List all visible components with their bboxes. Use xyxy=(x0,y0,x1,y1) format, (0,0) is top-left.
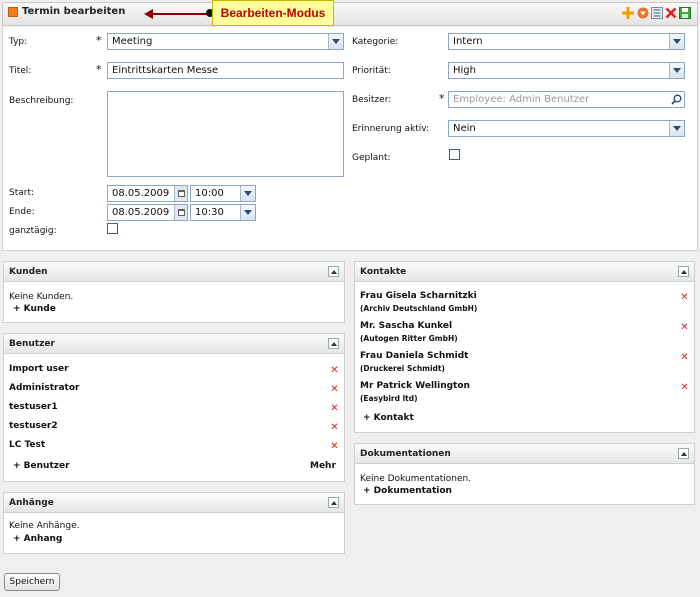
benutzer-item[interactable]: testuser1 xyxy=(9,402,58,412)
titel-input[interactable]: Eintrittskarten Messe xyxy=(107,62,344,79)
prioritaet-select[interactable]: High xyxy=(448,62,685,79)
ende-date-input[interactable]: 08.05.2009 xyxy=(107,204,188,221)
required-mark: * xyxy=(439,92,445,105)
search-icon[interactable] xyxy=(671,94,682,107)
typ-label: Typ: xyxy=(9,37,28,47)
benutzer-item[interactable]: Import user xyxy=(9,364,69,374)
prioritaet-label: Priorität: xyxy=(352,66,391,76)
anhaenge-empty: Keine Anhänge. xyxy=(9,521,80,531)
delete-icon[interactable]: ✕ xyxy=(680,383,689,393)
page-title: Termin bearbeiten xyxy=(22,6,126,17)
delete-icon[interactable]: ✕ xyxy=(680,323,689,333)
chevron-down-icon[interactable] xyxy=(328,34,343,49)
chevron-down-icon[interactable] xyxy=(669,121,684,136)
start-time-select[interactable]: 10:00 xyxy=(190,185,256,202)
add-benutzer-link[interactable]: + Benutzer xyxy=(13,461,70,471)
delete-icon[interactable]: ✕ xyxy=(680,353,689,363)
down-circle-icon[interactable] xyxy=(637,7,649,19)
besitzer-label: Besitzer: xyxy=(352,95,392,105)
chevron-down-icon[interactable] xyxy=(240,205,255,220)
calendar-icon[interactable] xyxy=(174,205,187,220)
anhaenge-panel: Anhänge Keine Anhänge. + Anhang xyxy=(3,492,345,554)
collapse-icon[interactable] xyxy=(328,266,339,277)
delete-icon[interactable]: ✕ xyxy=(680,293,689,303)
collapse-icon[interactable] xyxy=(678,448,689,459)
delete-icon[interactable]: ✕ xyxy=(330,404,339,414)
save-button[interactable]: Speichern xyxy=(4,573,60,591)
besitzer-placeholder: Employee: Admin Benutzer xyxy=(453,94,590,105)
kategorie-label: Kategorie: xyxy=(352,37,399,47)
chevron-down-icon[interactable] xyxy=(669,63,684,78)
mode-callout: Bearbeiten-Modus xyxy=(212,0,334,26)
typ-select[interactable]: Meeting xyxy=(107,33,344,50)
collapse-icon[interactable] xyxy=(328,338,339,349)
add-anhang-link[interactable]: + Anhang xyxy=(13,534,62,544)
kunden-empty: Keine Kunden. xyxy=(9,292,74,302)
delete-icon[interactable] xyxy=(665,7,677,19)
mehr-link[interactable]: Mehr xyxy=(310,461,336,471)
geplant-checkbox[interactable] xyxy=(449,149,460,160)
dokumentationen-panel: Dokumentationen Keine Dokumentationen. +… xyxy=(354,443,695,505)
beschreibung-label: Beschreibung: xyxy=(9,96,74,106)
start-date-input[interactable]: 08.05.2009 xyxy=(107,185,188,202)
benutzer-item[interactable]: Administrator xyxy=(9,383,79,393)
kunden-title: Kunden xyxy=(9,267,48,277)
kategorie-select[interactable]: Intern xyxy=(448,33,685,50)
kontakt-name[interactable]: Mr. Sascha Kunkel xyxy=(360,321,452,331)
kunden-panel: Kunden Keine Kunden. + Kunde xyxy=(3,261,345,323)
add-icon[interactable] xyxy=(622,7,634,19)
delete-icon[interactable]: ✕ xyxy=(330,385,339,395)
chevron-down-icon[interactable] xyxy=(669,34,684,49)
benutzer-panel: Benutzer Import user ✕ Administrator ✕ t… xyxy=(3,333,345,482)
delete-icon[interactable]: ✕ xyxy=(330,366,339,376)
collapse-icon[interactable] xyxy=(328,497,339,508)
besitzer-input[interactable]: Employee: Admin Benutzer xyxy=(448,91,685,108)
anhaenge-title: Anhänge xyxy=(9,498,54,508)
ende-label: Ende: xyxy=(9,207,35,217)
save-icon[interactable] xyxy=(679,7,691,19)
delete-icon[interactable]: ✕ xyxy=(330,442,339,452)
dokumentationen-title: Dokumentationen xyxy=(360,449,451,459)
titel-value: Eintrittskarten Messe xyxy=(112,65,219,76)
kontakt-name[interactable]: Mr Patrick Wellington xyxy=(360,381,470,391)
kontakt-name[interactable]: Frau Daniela Schmidt xyxy=(360,351,469,361)
kontakt-company: (Easybird ltd) xyxy=(360,394,418,403)
ende-time-select[interactable]: 10:30 xyxy=(190,204,256,221)
erinnerung-label: Erinnerung aktiv: xyxy=(352,124,430,134)
dokumentationen-empty: Keine Dokumentationen. xyxy=(360,474,472,484)
kontakte-title: Kontakte xyxy=(360,267,407,277)
kontakt-name[interactable]: Frau Gisela Scharnitzki xyxy=(360,291,477,301)
required-mark: * xyxy=(96,63,102,76)
calendar-icon[interactable] xyxy=(174,186,187,201)
erinnerung-select[interactable]: Nein xyxy=(448,120,685,137)
benutzer-title: Benutzer xyxy=(9,339,55,349)
benutzer-item[interactable]: LC Test xyxy=(9,440,45,450)
delete-icon[interactable]: ✕ xyxy=(330,423,339,433)
kontakt-company: (Druckerei Schmidt) xyxy=(360,364,445,373)
chevron-down-icon[interactable] xyxy=(240,186,255,201)
ganztaegig-checkbox[interactable] xyxy=(107,223,118,234)
titel-label: Titel: xyxy=(9,66,32,76)
benutzer-item[interactable]: testuser2 xyxy=(9,421,58,431)
callout-line xyxy=(148,13,210,15)
ganztaegig-label: ganztägig: xyxy=(9,226,57,236)
collapse-icon[interactable] xyxy=(678,266,689,277)
kontakte-panel: Kontakte Frau Gisela Scharnitzki (Archiv… xyxy=(354,261,695,433)
geplant-label: Geplant: xyxy=(352,153,391,163)
add-dokumentation-link[interactable]: + Dokumentation xyxy=(363,486,452,496)
kontakt-company: (Archiv Deutschland GmbH) xyxy=(360,304,478,313)
termin-icon xyxy=(8,7,18,17)
typ-value: Meeting xyxy=(112,36,153,47)
list-icon[interactable] xyxy=(651,7,663,19)
add-kontakt-link[interactable]: + Kontakt xyxy=(363,413,414,423)
kontakt-company: (Autogen Ritter GmbH) xyxy=(360,334,458,343)
start-label: Start: xyxy=(9,188,35,198)
required-mark: * xyxy=(96,34,102,47)
add-kunde-link[interactable]: + Kunde xyxy=(13,304,56,314)
beschreibung-textarea[interactable] xyxy=(107,91,344,177)
